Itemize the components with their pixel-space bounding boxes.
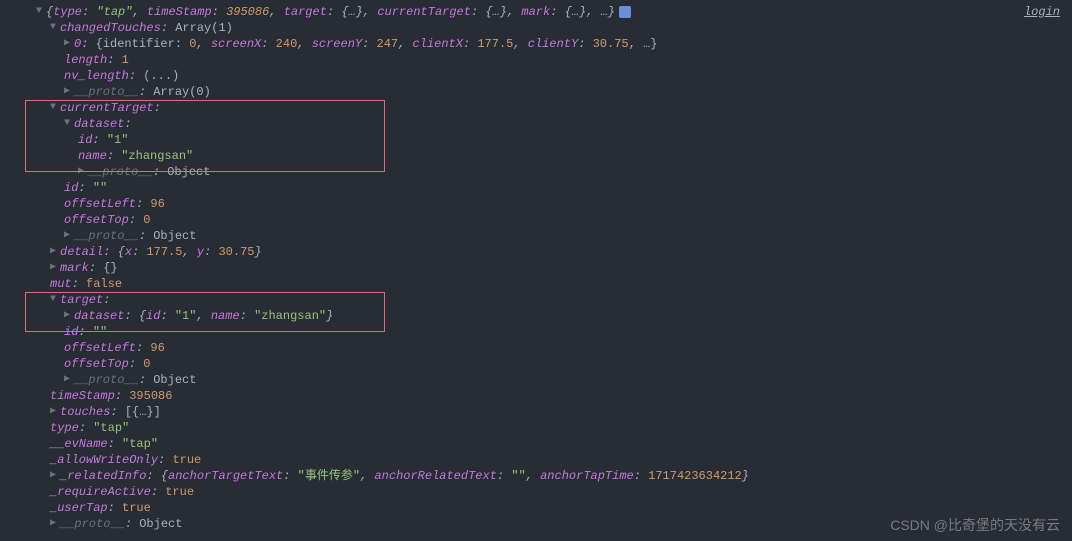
prop-proto[interactable]: __proto__: Object: [8, 372, 1064, 388]
prop-current-target[interactable]: currentTarget:: [8, 100, 1064, 116]
expand-arrow-icon[interactable]: [64, 116, 74, 132]
prop-mark[interactable]: mark: {}: [8, 260, 1064, 276]
eval-badge-icon[interactable]: [619, 6, 631, 18]
prop-require-active: _requireActive: true: [8, 484, 1064, 500]
collapse-arrow-icon[interactable]: [78, 164, 88, 180]
prop-nv-length[interactable]: nv_length: (...): [8, 68, 1064, 84]
prop-changed-touches[interactable]: changedTouches: Array(1): [8, 20, 1064, 36]
collapse-arrow-icon[interactable]: [64, 36, 74, 52]
prop-detail[interactable]: detail: {x: 177.5, y: 30.75}: [8, 244, 1064, 260]
collapse-arrow-icon[interactable]: [50, 404, 60, 420]
collapse-arrow-icon[interactable]: [64, 308, 74, 324]
prop-target[interactable]: target:: [8, 292, 1064, 308]
prop-dataset-name: name: "zhangsan": [8, 148, 1064, 164]
prop-target-offset-left: offsetLeft: 96: [8, 340, 1064, 356]
prop-user-tap: _userTap: true: [8, 500, 1064, 516]
collapse-arrow-icon[interactable]: [64, 372, 74, 388]
prop-related-info[interactable]: _relatedInfo: {anchorTargetText: "事件传参",…: [8, 468, 1064, 484]
collapse-arrow-icon[interactable]: [50, 244, 60, 260]
expand-arrow-icon[interactable]: [36, 4, 46, 20]
collapse-arrow-icon[interactable]: [64, 84, 74, 100]
prop-offset-top: offsetTop: 0: [8, 212, 1064, 228]
prop-ev-name: __evName: "tap": [8, 436, 1064, 452]
collapse-arrow-icon[interactable]: [50, 468, 60, 484]
prop-type: type: "tap": [8, 420, 1064, 436]
prop-offset-left: offsetLeft: 96: [8, 196, 1064, 212]
prop-proto[interactable]: __proto__: Object: [8, 164, 1064, 180]
prop-mut: mut: false: [8, 276, 1064, 292]
prop-proto[interactable]: __proto__: Array(0): [8, 84, 1064, 100]
prop-touches[interactable]: touches: [{…}]: [8, 404, 1064, 420]
prop-allow-write-only: _allowWriteOnly: true: [8, 452, 1064, 468]
prop-target-offset-top: offsetTop: 0: [8, 356, 1064, 372]
prop-changed-touches-0[interactable]: 0: {identifier: 0, screenX: 240, screenY…: [8, 36, 1064, 52]
expand-arrow-icon[interactable]: [50, 20, 60, 36]
prop-timestamp: timeStamp: 395086: [8, 388, 1064, 404]
object-root[interactable]: {type: "tap", timeStamp: 395086, target:…: [8, 4, 1064, 20]
prop-dataset[interactable]: dataset:: [8, 116, 1064, 132]
prop-target-dataset[interactable]: dataset: {id: "1", name: "zhangsan"}: [8, 308, 1064, 324]
collapse-arrow-icon[interactable]: [64, 228, 74, 244]
prop-length: length: 1: [8, 52, 1064, 68]
login-link[interactable]: login: [1024, 4, 1060, 20]
prop-proto[interactable]: __proto__: Object: [8, 228, 1064, 244]
prop-dataset-id: id: "1": [8, 132, 1064, 148]
watermark: CSDN @比奇堡的天没有云: [890, 517, 1060, 533]
collapse-arrow-icon[interactable]: [50, 260, 60, 276]
expand-arrow-icon[interactable]: [50, 292, 60, 308]
expand-arrow-icon[interactable]: [50, 100, 60, 116]
prop-id: id: "": [8, 180, 1064, 196]
collapse-arrow-icon[interactable]: [50, 516, 60, 532]
prop-target-id: id: "": [8, 324, 1064, 340]
